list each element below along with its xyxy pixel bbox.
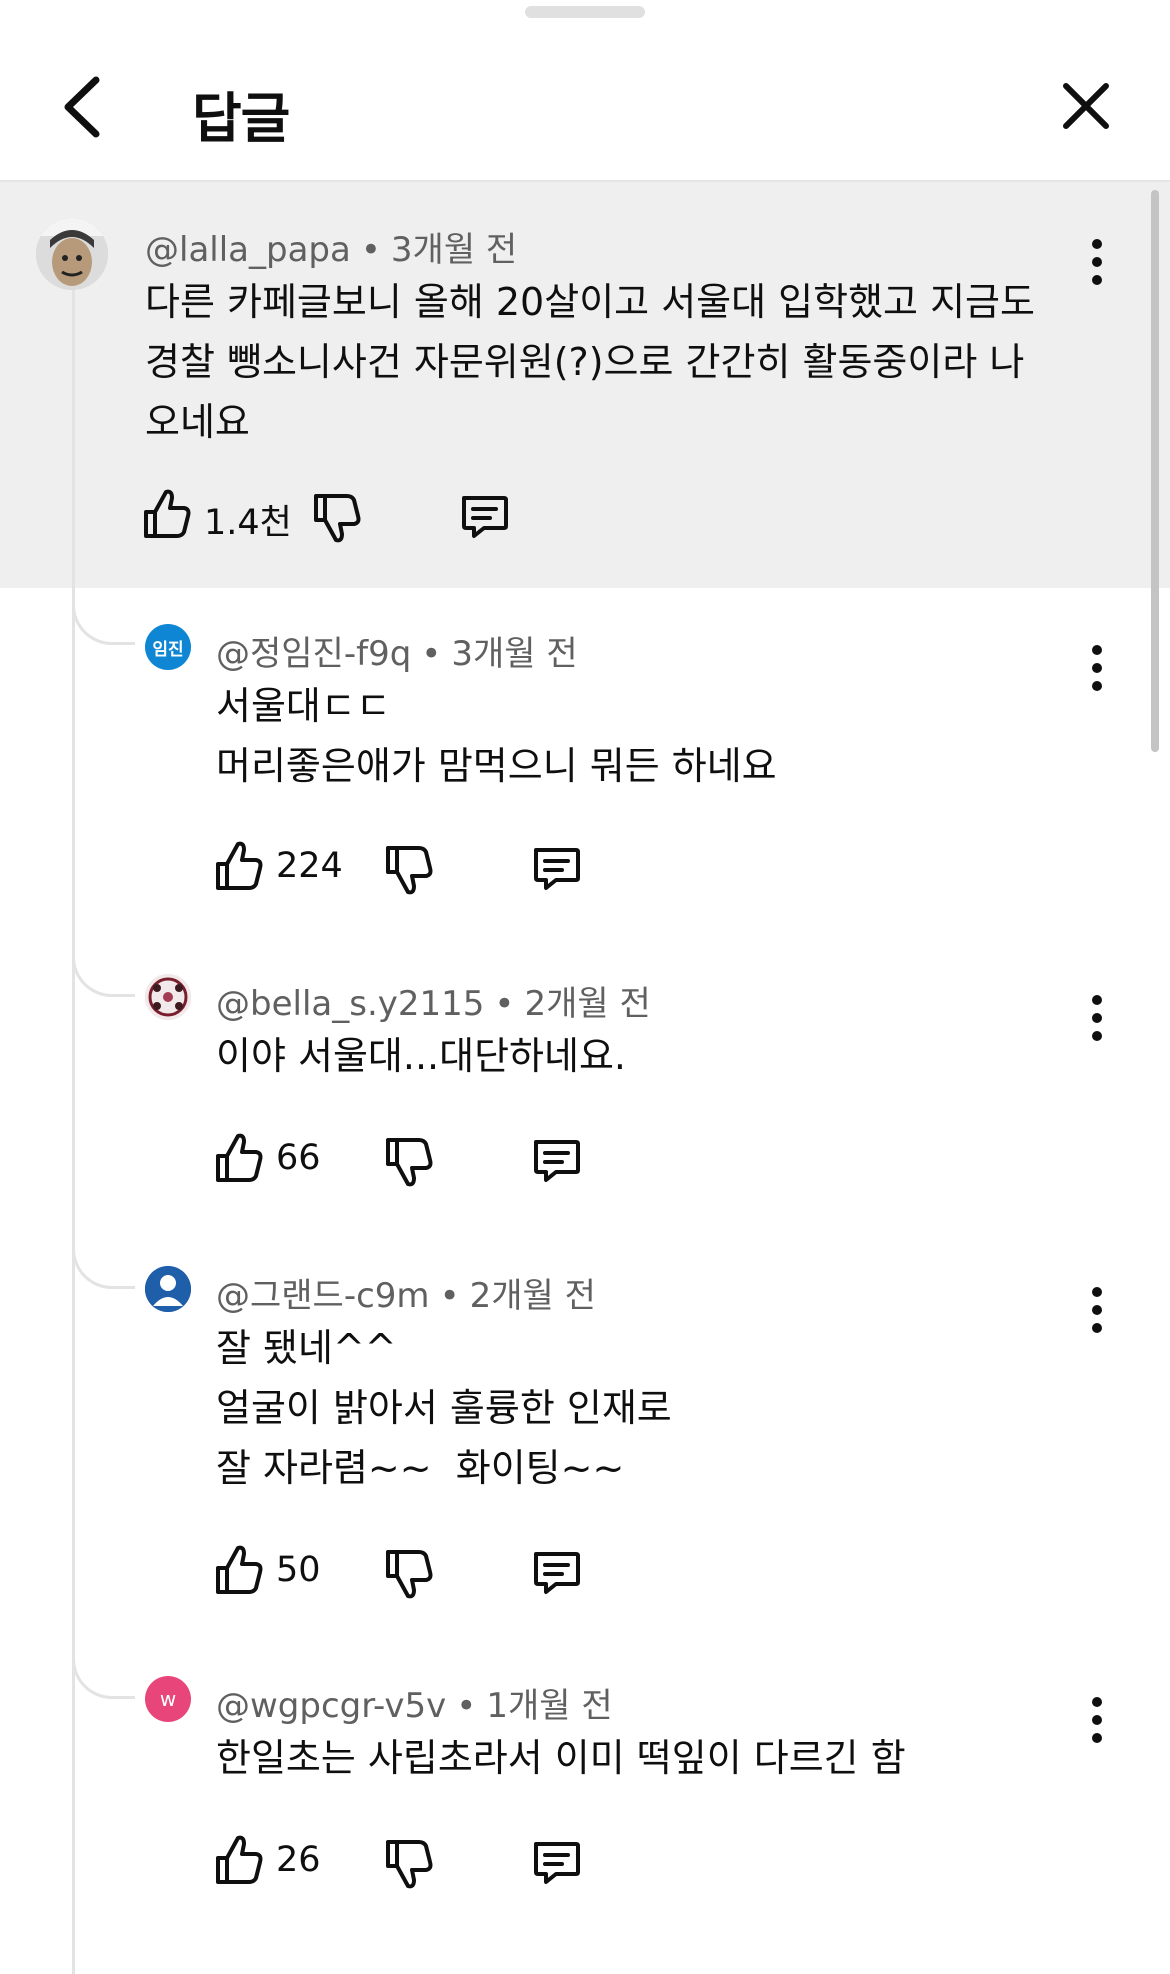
thumbs-up-icon[interactable]: [214, 1832, 264, 1888]
comment-text: 잘 됐네^^ 얼굴이 밝아서 훌륭한 인재로 잘 자라렴~~ 화이팅~~: [216, 1318, 672, 1498]
comment-meta: @wgpcgr-v5v • 1개월 전: [216, 1686, 613, 1726]
author-name[interactable]: @정임진-f9q: [216, 634, 411, 674]
avatar-initials: 임진: [152, 639, 184, 660]
timestamp[interactable]: 3개월 전: [391, 230, 517, 270]
comment-text: 한일초는 사립초라서 이미 떡잎이 다르긴 함: [216, 1728, 906, 1788]
comment-actions: 26: [214, 1832, 634, 1892]
comment-actions: 224: [214, 838, 634, 898]
replies-panel[interactable]: @lalla_papa • 3개월 전 다른 카페글보니 올해 20살이고 서울대 …: [0, 182, 1170, 1974]
avatar-initials: w: [159, 1687, 177, 1711]
comment-actions: 66: [214, 1130, 634, 1190]
author-name[interactable]: @그랜드-c9m: [216, 1276, 430, 1316]
close-icon[interactable]: [1060, 80, 1112, 132]
comment-meta: @lalla_papa • 3개월 전: [145, 230, 518, 270]
default-user-icon: [145, 1266, 191, 1312]
reply-icon[interactable]: [530, 1136, 582, 1186]
thumbs-down-icon[interactable]: [312, 490, 362, 546]
like-count: 66: [276, 1138, 321, 1178]
thread-connector: [72, 1238, 135, 1289]
comment-line: 다른 카페글보니 올해 20살이고 서울대 입학했고 지금도: [145, 280, 1035, 324]
avatar-pattern-icon: [145, 974, 191, 1020]
comment-line: 이야 서울대...대단하네요.: [216, 1034, 626, 1078]
author-name[interactable]: @wgpcgr-v5v: [216, 1686, 446, 1726]
comment-meta: @그랜드-c9m • 2개월 전: [216, 1276, 596, 1316]
like-count: 26: [276, 1840, 321, 1880]
thread-line: [72, 274, 75, 1974]
like-count: 50: [276, 1550, 321, 1590]
comment-actions: 1.4천: [142, 486, 562, 546]
timestamp[interactable]: 1개월 전: [486, 1686, 612, 1726]
more-options-icon[interactable]: [1082, 988, 1112, 1048]
scrollbar[interactable]: [1151, 190, 1159, 752]
comment-meta: @bella_s.y2115 • 2개월 전: [216, 984, 651, 1024]
avatar-face-icon: [36, 218, 108, 290]
avatar[interactable]: [145, 974, 191, 1020]
timestamp[interactable]: 2개월 전: [524, 984, 650, 1024]
comment-line: 잘 자라렴~~ 화이팅~~: [216, 1446, 625, 1490]
thread-connector: [72, 946, 135, 997]
author-name[interactable]: @lalla_papa: [145, 230, 351, 270]
comment-line: 서울대ㄷㄷ: [216, 684, 391, 728]
comment-text: 서울대ㄷㄷ 머리좋은애가 맘먹으니 뭐든 하네요: [216, 676, 777, 796]
thumbs-up-icon[interactable]: [214, 838, 264, 894]
timestamp[interactable]: 3개월 전: [451, 634, 577, 674]
comment-actions: 50: [214, 1542, 634, 1602]
more-options-icon[interactable]: [1082, 1280, 1112, 1340]
thumbs-down-icon[interactable]: [384, 842, 434, 898]
thread-connector: [72, 594, 135, 645]
comment-line: 오네요: [145, 400, 250, 444]
like-count: 224: [276, 846, 343, 886]
avatar[interactable]: [36, 218, 108, 290]
comment-text: 다른 카페글보니 올해 20살이고 서울대 입학했고 지금도 경찰 뺑소니사건 …: [145, 272, 1035, 452]
comment-line: 얼굴이 밝아서 훌륭한 인재로: [216, 1386, 672, 1430]
thumbs-down-icon[interactable]: [384, 1134, 434, 1190]
reply-icon[interactable]: [530, 1838, 582, 1888]
header: 답글: [0, 0, 1170, 182]
more-options-icon[interactable]: [1082, 638, 1112, 698]
author-name[interactable]: @bella_s.y2115: [216, 984, 484, 1024]
thumbs-up-icon[interactable]: [214, 1130, 264, 1186]
avatar[interactable]: 임진: [145, 624, 191, 670]
thumbs-up-icon[interactable]: [214, 1542, 264, 1598]
page-title: 답글: [192, 87, 290, 150]
more-options-icon[interactable]: [1082, 1690, 1112, 1750]
thread-connector: [72, 1648, 135, 1699]
chevron-left-icon[interactable]: [56, 72, 116, 142]
thumbs-down-icon[interactable]: [384, 1546, 434, 1602]
comment-line: 머리좋은애가 맘먹으니 뭐든 하네요: [216, 744, 777, 788]
comment-line: 한일초는 사립초라서 이미 떡잎이 다르긴 함: [216, 1736, 906, 1780]
more-options-icon[interactable]: [1082, 232, 1112, 292]
comment-meta: @정임진-f9q • 3개월 전: [216, 634, 578, 674]
avatar[interactable]: w: [145, 1676, 191, 1722]
thumbs-up-icon[interactable]: [142, 486, 192, 542]
reply-icon[interactable]: [458, 492, 510, 542]
comment-text: 이야 서울대...대단하네요.: [216, 1026, 626, 1086]
comment-line: 잘 됐네^^: [216, 1326, 397, 1370]
like-count: 1.4천: [204, 503, 292, 543]
reply-icon[interactable]: [530, 1548, 582, 1598]
timestamp[interactable]: 2개월 전: [470, 1276, 596, 1316]
comment-line: 경찰 뺑소니사건 자문위원(?)으로 간간히 활동중이라 나: [145, 340, 1025, 384]
reply-icon[interactable]: [530, 844, 582, 894]
thumbs-down-icon[interactable]: [384, 1836, 434, 1892]
avatar[interactable]: [145, 1266, 191, 1312]
